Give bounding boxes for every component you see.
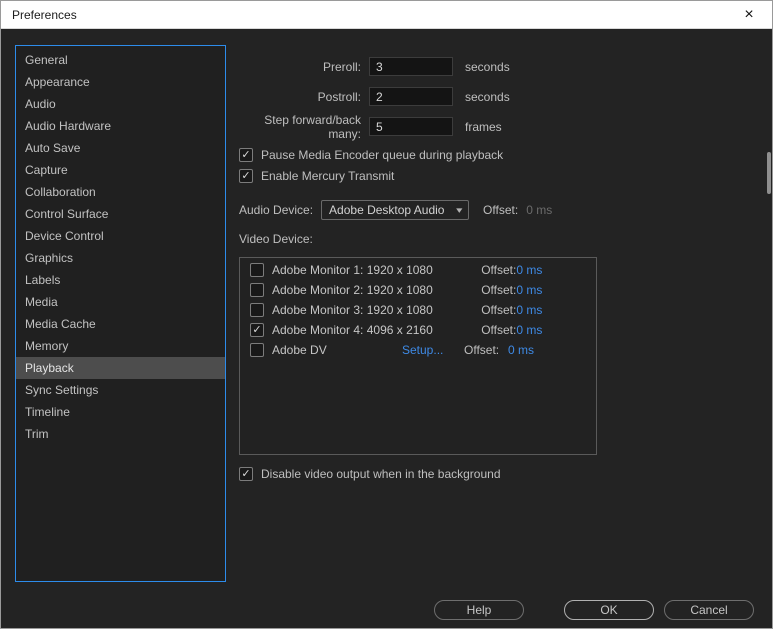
postroll-label: Postroll: [317, 89, 361, 104]
audio-device-select[interactable]: Adobe Desktop Audio ▾ [321, 200, 470, 220]
monitor3-checkbox[interactable] [250, 303, 264, 317]
audio-offset-label: Offset: [483, 203, 519, 217]
adobe-dv-offset-value[interactable]: 0 ms [508, 343, 546, 357]
postroll-unit: seconds [465, 89, 510, 104]
postroll-row: Postroll: seconds [239, 87, 762, 106]
disable-video-output-label: Disable video output when in the backgro… [261, 467, 501, 481]
pause-encoder-row: ✓ Pause Media Encoder queue during playb… [239, 148, 762, 162]
audio-offset-value: 0 ms [526, 203, 553, 217]
sidebar-item-audio-hardware[interactable]: Audio Hardware [16, 115, 225, 137]
sidebar-item-media[interactable]: Media [16, 291, 225, 313]
sidebar-item-trim[interactable]: Trim [16, 423, 225, 445]
sidebar-item-audio[interactable]: Audio [16, 93, 225, 115]
adobe-dv-checkbox[interactable] [250, 343, 264, 357]
postroll-input[interactable] [369, 87, 453, 106]
video-device-row-monitor4: ✓ Adobe Monitor 4: 4096 x 2160 Offset: 0… [240, 320, 596, 340]
monitor1-offset-label: Offset: [481, 263, 517, 277]
mercury-transmit-row: ✓ Enable Mercury Transmit [239, 169, 762, 183]
preroll-label: Preroll: [322, 59, 361, 74]
step-forward-back-unit: frames [465, 119, 502, 134]
mercury-transmit-label: Enable Mercury Transmit [261, 169, 395, 183]
sidebar-item-capture[interactable]: Capture [16, 159, 225, 181]
sidebar-item-auto-save[interactable]: Auto Save [16, 137, 225, 159]
video-device-row-adobe-dv: Adobe DV Setup... Offset: 0 ms [240, 340, 596, 360]
close-icon[interactable]: × [732, 1, 766, 28]
monitor4-checkbox[interactable]: ✓ [250, 323, 264, 337]
audio-device-value: Adobe Desktop Audio [329, 203, 445, 217]
preroll-input[interactable] [369, 57, 453, 76]
sidebar-item-memory[interactable]: Memory [16, 335, 225, 357]
disable-video-output-row: ✓ Disable video output when in the backg… [239, 467, 762, 481]
sidebar-item-control-surface[interactable]: Control Surface [16, 203, 225, 225]
pause-encoder-label: Pause Media Encoder queue during playbac… [261, 148, 504, 162]
adobe-dv-name: Adobe DV [272, 343, 327, 357]
monitor3-offset-value[interactable]: 0 ms [516, 303, 546, 317]
disable-video-output-checkbox[interactable]: ✓ [239, 467, 253, 481]
sidebar-item-labels[interactable]: Labels [16, 269, 225, 291]
step-forward-back-row: Step forward/back many: frames [239, 113, 762, 141]
dialog-footer: Help OK Cancel [1, 600, 754, 620]
pause-encoder-checkbox[interactable]: ✓ [239, 148, 253, 162]
ok-button[interactable]: OK [564, 600, 654, 620]
monitor1-offset-value[interactable]: 0 ms [516, 263, 546, 277]
preroll-row: Preroll: seconds [239, 57, 762, 76]
monitor1-checkbox[interactable] [250, 263, 264, 277]
preferences-category-list: General Appearance Audio Audio Hardware … [15, 45, 226, 582]
scrollbar-thumb[interactable] [767, 152, 771, 194]
playback-settings-panel: Preroll: seconds Postroll: seconds Step … [239, 57, 762, 488]
monitor2-offset-label: Offset: [481, 283, 517, 297]
cancel-button[interactable]: Cancel [664, 600, 754, 620]
video-device-row-monitor1: Adobe Monitor 1: 1920 x 1080 Offset: 0 m… [240, 260, 596, 280]
monitor3-offset-label: Offset: [481, 303, 517, 317]
mercury-transmit-checkbox[interactable]: ✓ [239, 169, 253, 183]
audio-device-row: Audio Device: Adobe Desktop Audio ▾ Offs… [239, 200, 762, 220]
preroll-unit: seconds [465, 59, 510, 74]
sidebar-item-general[interactable]: General [16, 49, 225, 71]
sidebar-item-device-control[interactable]: Device Control [16, 225, 225, 247]
video-device-label: Video Device: [239, 232, 313, 246]
sidebar-item-playback[interactable]: Playback [16, 357, 225, 379]
step-forward-back-input[interactable] [369, 117, 453, 136]
preferences-dialog: Preferences × General Appearance Audio A… [0, 0, 773, 629]
monitor3-name: Adobe Monitor 3: 1920 x 1080 [272, 303, 433, 317]
monitor4-name: Adobe Monitor 4: 4096 x 2160 [272, 323, 433, 337]
monitor2-name: Adobe Monitor 2: 1920 x 1080 [272, 283, 433, 297]
sidebar-item-media-cache[interactable]: Media Cache [16, 313, 225, 335]
adobe-dv-setup-link[interactable]: Setup... [402, 343, 464, 357]
video-device-row-monitor2: Adobe Monitor 2: 1920 x 1080 Offset: 0 m… [240, 280, 596, 300]
audio-device-label: Audio Device: [239, 203, 314, 217]
video-device-list: Adobe Monitor 1: 1920 x 1080 Offset: 0 m… [239, 257, 597, 455]
monitor1-name: Adobe Monitor 1: 1920 x 1080 [272, 263, 433, 277]
monitor2-offset-value[interactable]: 0 ms [516, 283, 546, 297]
monitor4-offset-label: Offset: [481, 323, 517, 337]
sidebar-item-sync-settings[interactable]: Sync Settings [16, 379, 225, 401]
sidebar-item-appearance[interactable]: Appearance [16, 71, 225, 93]
video-device-row-monitor3: Adobe Monitor 3: 1920 x 1080 Offset: 0 m… [240, 300, 596, 320]
monitor2-checkbox[interactable] [250, 283, 264, 297]
chevron-down-icon: ▾ [455, 204, 462, 215]
monitor4-offset-value[interactable]: 0 ms [516, 323, 546, 337]
sidebar-item-graphics[interactable]: Graphics [16, 247, 225, 269]
sidebar-item-collaboration[interactable]: Collaboration [16, 181, 225, 203]
adobe-dv-offset-label: Offset: [464, 343, 500, 357]
sidebar-item-timeline[interactable]: Timeline [16, 401, 225, 423]
help-button[interactable]: Help [434, 600, 524, 620]
window-title: Preferences [12, 7, 77, 22]
step-forward-back-label: Step forward/back many: [264, 112, 361, 141]
title-bar[interactable]: Preferences × [1, 1, 772, 29]
